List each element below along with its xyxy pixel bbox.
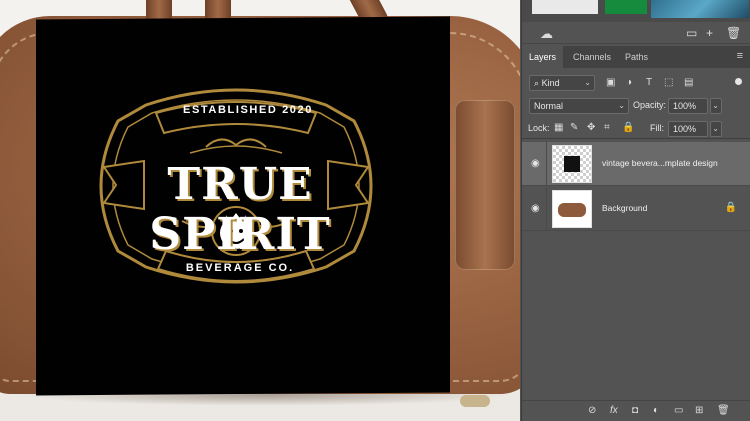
- eye-divider: [546, 142, 547, 186]
- new-layer-icon[interactable]: +: [706, 26, 713, 40]
- new-layer-icon[interactable]: ⊞: [695, 405, 703, 417]
- filter-smart-object-icon[interactable]: ▤: [684, 76, 693, 90]
- chevron-down-icon: ⌄: [712, 124, 719, 133]
- filter-kind-select[interactable]: ⌕ Kind ⌄: [529, 75, 595, 91]
- layers-footer-toolbar: ⊘ fx ◘ ◐ ▭ ⊞ 🗑: [522, 400, 750, 421]
- fill-input[interactable]: 100%: [668, 121, 708, 137]
- group-folder-icon[interactable]: ▭: [674, 405, 683, 417]
- lock-icon[interactable]: 🔒: [725, 202, 737, 213]
- layer-row-background[interactable]: ◉ Background 🔒: [522, 187, 750, 231]
- fill-value: 100%: [673, 124, 697, 134]
- blend-mode-value: Normal: [534, 101, 564, 111]
- filter-type-icon[interactable]: T: [646, 76, 652, 90]
- add-mask-icon[interactable]: ◘: [632, 405, 638, 417]
- filter-toggle-icon[interactable]: [735, 78, 742, 85]
- lock-artboard-icon[interactable]: ⌗: [604, 122, 610, 133]
- opacity-input[interactable]: 100%: [668, 98, 708, 114]
- lock-position-icon[interactable]: ✥: [587, 122, 595, 133]
- bag-side-strap: [455, 100, 515, 270]
- blend-opacity-row: Normal ⌄ Opacity: 100% ⌄: [522, 95, 750, 117]
- delete-icon[interactable]: 🗑: [726, 26, 741, 40]
- lock-transparent-icon[interactable]: ▦: [554, 122, 563, 133]
- tab-paths[interactable]: Paths: [618, 46, 655, 68]
- mini-bag: [558, 203, 586, 217]
- fx-icon[interactable]: fx: [610, 405, 618, 417]
- layer-thumbnail: [552, 145, 592, 183]
- panel-topbar: ☁ ▭ + 🗑: [522, 22, 750, 44]
- lock-label: Lock:: [528, 123, 550, 133]
- layer-filter-row: ⌕ Kind ⌄ ▣ ◑ T ⬚ ▤: [522, 72, 750, 94]
- badge-established-text: ESTABLISHED 2020: [183, 104, 313, 116]
- eye-divider: [546, 187, 547, 231]
- lock-fill-row: Lock: ▦ ✎ ✥ ⌗ 🔒 Fill: 100% ⌄: [522, 118, 750, 140]
- document-canvas[interactable]: ESTABLISHED 2020 TRUE SPIRIT BEVERAGE CO…: [0, 0, 520, 421]
- layer-name: vintage bevera...mplate design: [602, 158, 718, 168]
- badge-subtitle-text: BEVERAGE CO.: [185, 262, 295, 274]
- tab-channels[interactable]: Channels: [566, 46, 618, 68]
- eye-icon[interactable]: ◉: [531, 203, 540, 214]
- filter-shape-icon[interactable]: ⬚: [664, 76, 673, 90]
- folder-icon[interactable]: ▭: [686, 26, 697, 40]
- lock-image-icon[interactable]: ✎: [570, 122, 578, 133]
- layer-thumbnail: [552, 190, 592, 228]
- fill-label: Fill:: [650, 123, 664, 133]
- tab-layers[interactable]: Layers: [522, 46, 564, 68]
- filter-pixel-icon[interactable]: ▣: [606, 76, 615, 90]
- trash-icon[interactable]: 🗑: [717, 405, 730, 417]
- adjustment-layer-icon[interactable]: ◐: [653, 405, 659, 417]
- swatch-green[interactable]: [605, 0, 647, 14]
- filter-adjustment-icon[interactable]: ◑: [626, 76, 632, 90]
- opacity-dropdown[interactable]: ⌄: [710, 98, 722, 114]
- panel-menu-icon[interactable]: ≡: [737, 50, 743, 62]
- search-icon: ⌕: [534, 78, 540, 88]
- filter-kind-label: Kind: [541, 78, 560, 88]
- chevron-down-icon: ⌄: [584, 78, 591, 87]
- swatch-white[interactable]: [532, 0, 598, 14]
- opacity-label: Opacity:: [633, 100, 667, 110]
- chevron-down-icon: ⌄: [712, 101, 719, 110]
- fill-dropdown[interactable]: ⌄: [710, 121, 722, 137]
- badge-title-text: TRUE SPIRIT: [149, 159, 331, 260]
- layer-name: Background: [602, 203, 648, 213]
- layers-panel: ☁ ▭ + 🗑 Layers Channels Paths ≡ ⌕ Kind ⌄…: [521, 0, 750, 421]
- panel-tabs: Layers Channels Paths ≡: [522, 46, 750, 68]
- cloud-icon[interactable]: ☁: [540, 26, 553, 42]
- swatch-texture[interactable]: [651, 0, 749, 18]
- blend-mode-select[interactable]: Normal ⌄: [529, 98, 629, 114]
- lock-all-icon[interactable]: 🔒: [622, 122, 634, 133]
- bag-buckle: [460, 395, 490, 407]
- opacity-value: 100%: [673, 101, 697, 111]
- swatch-thumbnails: [522, 0, 750, 22]
- chevron-down-icon: ⌄: [618, 101, 625, 110]
- link-layers-icon[interactable]: ⊘: [588, 405, 596, 417]
- eye-icon[interactable]: ◉: [531, 158, 540, 169]
- layer-list: ◉ vintage bevera...mplate design ◉ Backg…: [522, 138, 750, 400]
- layer-row-vintage-design[interactable]: ◉ vintage bevera...mplate design: [522, 142, 750, 186]
- mini-label-sheet: [564, 156, 580, 172]
